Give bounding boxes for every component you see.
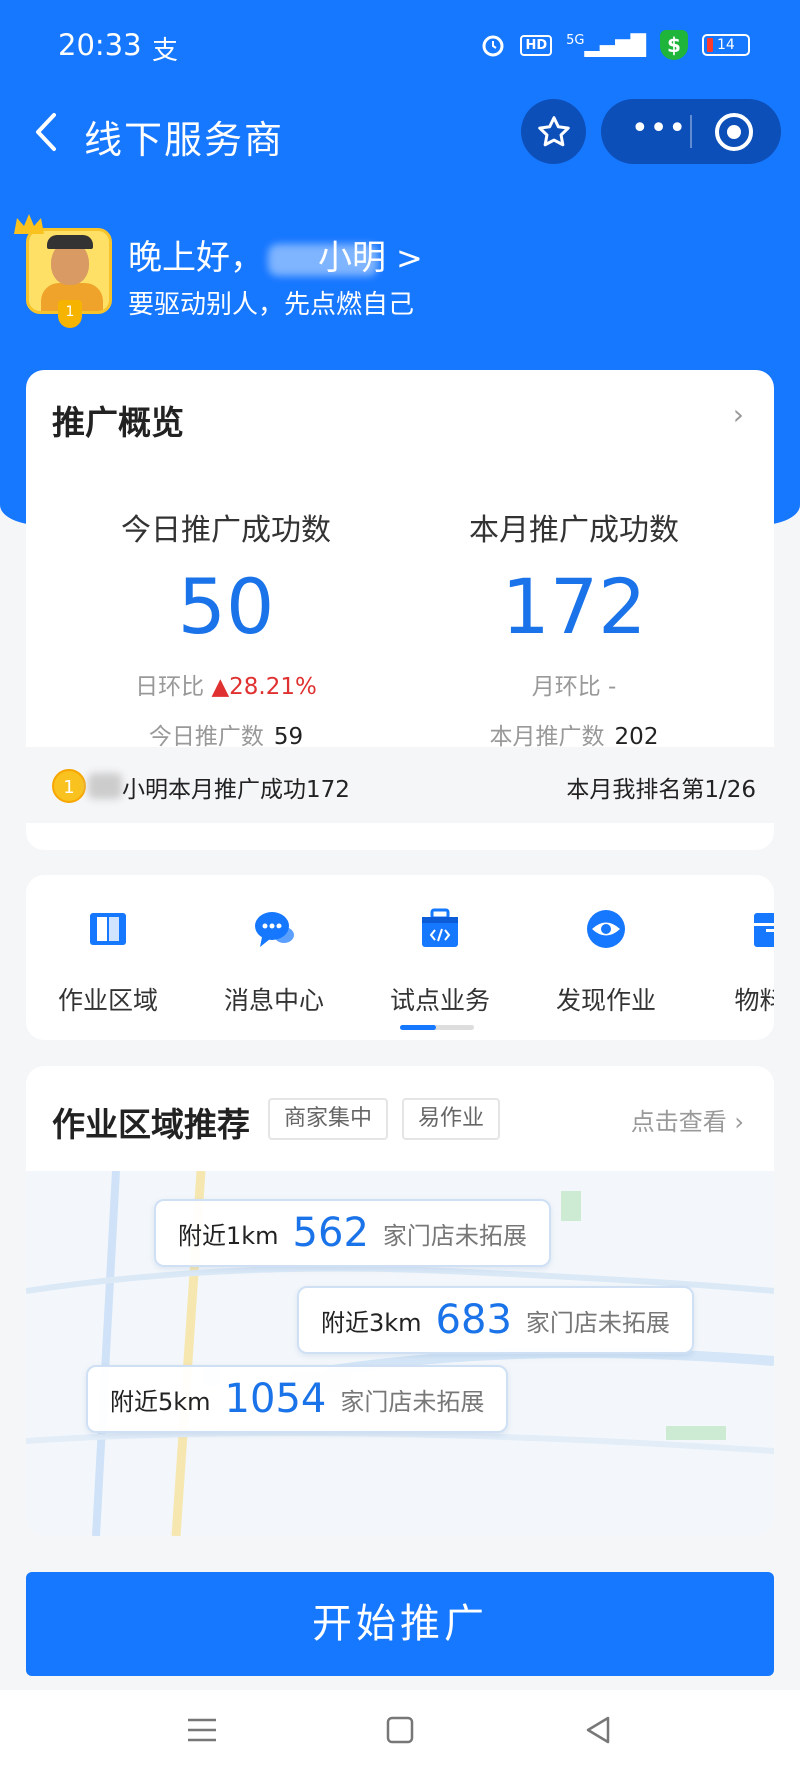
month-value: 172 bbox=[501, 562, 647, 651]
bubble-count: 1054 bbox=[224, 1376, 327, 1422]
alipay-status-icon: 支 bbox=[152, 36, 179, 66]
scroll-thumb bbox=[400, 1025, 436, 1030]
today-compare-label: 日环比 bbox=[135, 674, 205, 700]
month-compare-label: 月环比 bbox=[531, 674, 601, 700]
box-icon bbox=[754, 913, 774, 947]
overview-more-chevron-icon[interactable]: › bbox=[733, 398, 744, 431]
money-shield-icon: $ bbox=[660, 30, 688, 60]
avatar-hat bbox=[47, 235, 93, 249]
month-label: 本月推广成功数 bbox=[469, 513, 679, 548]
menu-label: 试点业务 bbox=[389, 986, 490, 1015]
my-rank-text: 本月我排名第1/26 bbox=[566, 777, 756, 803]
bubble-count: 562 bbox=[292, 1210, 369, 1256]
menu-item-work-area[interactable]: 作业区域 bbox=[38, 907, 178, 1017]
greeting-motto: 要驱动别人，先点燃自己 bbox=[128, 290, 415, 320]
view-link[interactable]: 点击查看 › bbox=[631, 1102, 744, 1137]
status-time: 20:33 bbox=[58, 28, 142, 62]
area-recommendation-card: 作业区域推荐 商家集中 易作业 点击查看 › 附近1km 562 家门店未拓展 … bbox=[26, 1066, 774, 1536]
menu-scroll-indicator bbox=[400, 1025, 474, 1030]
hd-icon: HD bbox=[520, 34, 553, 56]
tag-merchant-dense: 商家集中 bbox=[268, 1098, 389, 1140]
menu-item-discover-work[interactable]: 发现作业 bbox=[536, 907, 676, 1017]
tag-easy-work: 易作业 bbox=[402, 1098, 501, 1140]
greeting-text[interactable]: 晚上好， 小明 > bbox=[128, 230, 423, 279]
code-case-icon bbox=[422, 908, 458, 947]
menu-label: 作业区域 bbox=[57, 986, 158, 1015]
area-title: 作业区域推荐 bbox=[52, 1105, 250, 1144]
bubble-suffix: 家门店未拓展 bbox=[525, 1308, 670, 1337]
nav-bar: 线下服务商 ••• bbox=[0, 95, 800, 175]
system-nav-bar bbox=[0, 1690, 800, 1777]
today-total: 今日推广数 59 bbox=[56, 717, 396, 751]
month-total: 本月推广数 202 bbox=[404, 717, 744, 751]
today-compare: 日环比 ▲28.21% bbox=[56, 667, 396, 701]
up-triangle-icon: ▲ bbox=[204, 674, 230, 700]
bubble-suffix: 家门店未拓展 bbox=[340, 1387, 485, 1416]
menu-label: 发现作业 bbox=[555, 986, 656, 1015]
crown-icon bbox=[14, 214, 44, 234]
bubble-count: 683 bbox=[435, 1297, 512, 1343]
status-bar: 20:33 支 HD 5G▂▄▆█ $ 14 bbox=[0, 0, 800, 95]
chevron-right-icon: › bbox=[726, 1108, 744, 1136]
chat-icon bbox=[255, 912, 294, 947]
menu-lines-icon[interactable] bbox=[184, 1712, 220, 1748]
blurred-name bbox=[268, 243, 378, 276]
battery-level: 14 bbox=[717, 37, 735, 53]
capsule-divider bbox=[690, 115, 692, 148]
rank-bar[interactable]: 1 小明本月推广成功172 本月我排名第1/26 bbox=[26, 747, 774, 823]
overview-card: 推广概览 › 今日推广成功数 50 日环比 ▲28.21% 今日推广数 59 本月… bbox=[26, 370, 774, 850]
today-stat[interactable]: 今日推广成功数 50 日环比 ▲28.21% 今日推广数 59 bbox=[56, 505, 396, 751]
bubble-3km[interactable]: 附近3km 683 家门店未拓展 bbox=[297, 1286, 694, 1354]
view-link-label: 点击查看 bbox=[630, 1108, 727, 1136]
menu-item-pilot-business[interactable]: 试点业务 bbox=[370, 907, 510, 1017]
start-promotion-button[interactable]: 开始推广 bbox=[26, 1572, 774, 1676]
menu-label: 物料中 bbox=[734, 986, 774, 1015]
area-map[interactable]: 附近1km 562 家门店未拓展 附近3km 683 家门店未拓展 附近5km … bbox=[26, 1171, 774, 1536]
month-compare-value: - bbox=[608, 674, 617, 700]
close-miniapp-icon[interactable] bbox=[715, 113, 753, 151]
back-triangle-icon[interactable] bbox=[580, 1712, 616, 1748]
menu-item-materials[interactable]: 物料中 bbox=[702, 907, 774, 1017]
network-label: 5G bbox=[566, 33, 585, 48]
gold-medal-icon: 1 bbox=[52, 769, 86, 803]
rank-leader-text: 小明本月推广成功172 bbox=[122, 777, 350, 803]
favorite-button[interactable] bbox=[521, 99, 586, 164]
page-title: 线下服务商 bbox=[84, 118, 285, 162]
signal-5g-icon: 5G▂▄▆█ bbox=[566, 33, 646, 57]
miniapp-capsule: ••• bbox=[601, 99, 781, 164]
blurred-name bbox=[88, 773, 122, 799]
back-arrow-icon[interactable] bbox=[26, 107, 66, 157]
battery-icon: 14 bbox=[702, 34, 750, 56]
bubble-1km[interactable]: 附近1km 562 家门店未拓展 bbox=[154, 1199, 551, 1267]
greeting-hello: 晚上好， bbox=[128, 238, 264, 278]
eye-icon bbox=[587, 910, 625, 948]
map-book-icon bbox=[90, 913, 126, 945]
overview-title: 推广概览 bbox=[52, 403, 184, 442]
avatar-rank-badge: 1 bbox=[58, 300, 82, 328]
home-square-icon[interactable] bbox=[382, 1712, 418, 1748]
today-compare-value: 28.21% bbox=[229, 674, 317, 700]
bubble-5km[interactable]: 附近5km 1054 家门店未拓展 bbox=[86, 1365, 509, 1433]
today-label: 今日推广成功数 bbox=[121, 513, 331, 548]
more-dots-icon[interactable]: ••• bbox=[631, 114, 687, 144]
function-menu-card: 作业区域 消息中心 试点业务 发现作业 物料中 bbox=[26, 875, 774, 1040]
greeting-section: 1 晚上好， 小明 > 要驱动别人，先点燃自己 bbox=[14, 214, 782, 328]
bubble-distance: 附近5km bbox=[110, 1387, 211, 1416]
month-compare: 月环比 - bbox=[404, 667, 744, 701]
bubble-distance: 附近1km bbox=[178, 1221, 279, 1250]
alarm-icon bbox=[482, 35, 504, 57]
menu-item-message-center[interactable]: 消息中心 bbox=[204, 907, 344, 1017]
bubble-suffix: 家门店未拓展 bbox=[382, 1221, 527, 1250]
star-icon bbox=[537, 115, 570, 146]
bubble-distance: 附近3km bbox=[321, 1308, 422, 1337]
chevron-right-icon: > bbox=[396, 239, 423, 277]
month-stat[interactable]: 本月推广成功数 172 月环比 - 本月推广数 202 bbox=[404, 505, 744, 751]
today-value: 50 bbox=[177, 562, 275, 651]
menu-label: 消息中心 bbox=[223, 986, 324, 1015]
